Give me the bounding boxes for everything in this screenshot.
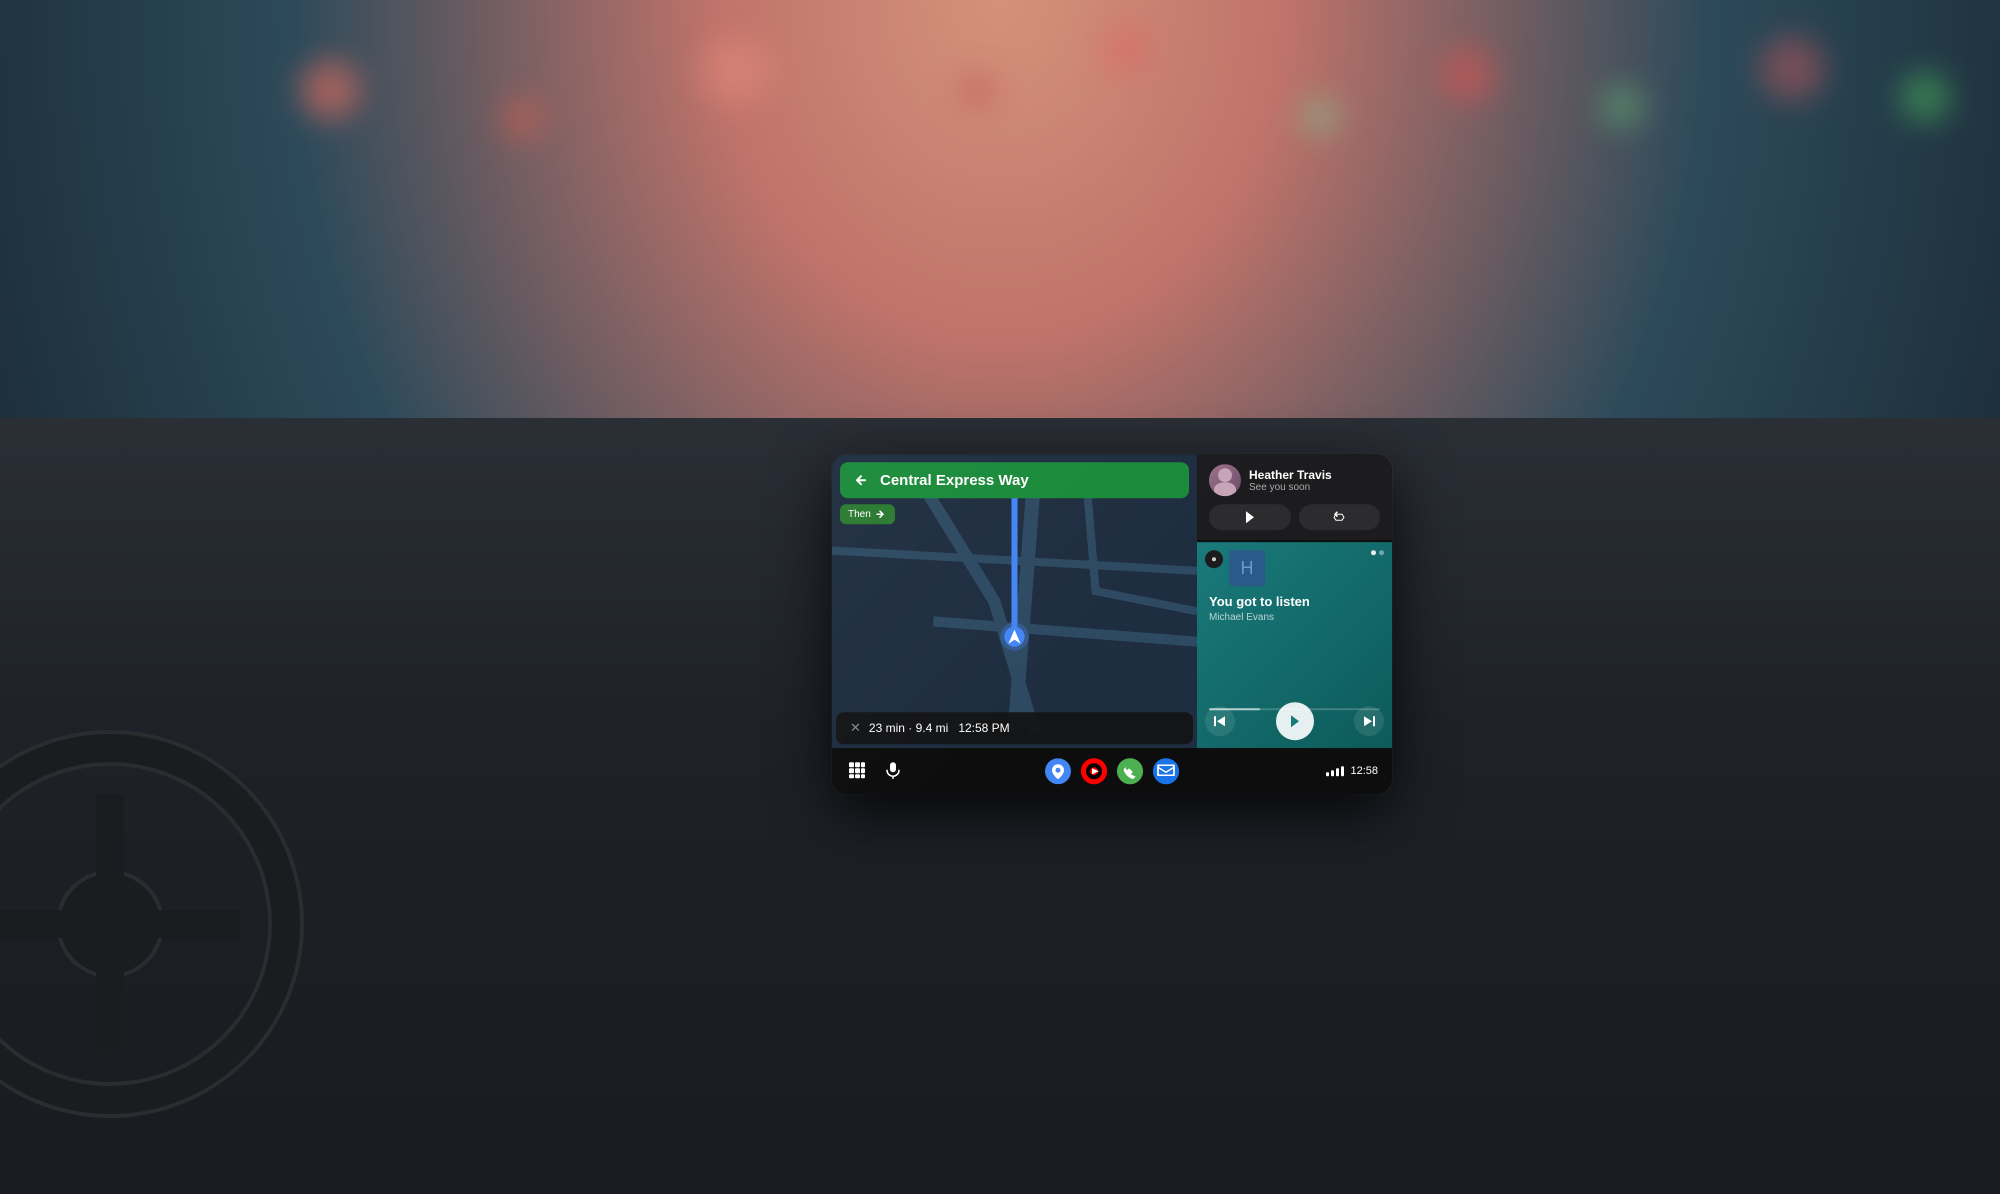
apps-grid-button[interactable] [846,759,868,784]
play-pause-button[interactable] [1276,702,1314,740]
steering-wheel [0,734,300,1114]
then-label: Then [848,509,871,520]
steering-wheel-area [0,0,400,1194]
contact-avatar [1209,464,1241,496]
bokeh-light [500,96,545,141]
dot-2 [1379,550,1384,555]
bottom-right-status: 12:58 [1326,765,1378,777]
pagination-dots [1371,550,1384,555]
clock-display: 12:58 [1350,765,1378,777]
music-title-area: You got to listen Michael Evans [1209,594,1380,623]
album-art: H [1229,550,1265,586]
bottom-app-icons [1045,758,1179,784]
youtube-music-app-icon[interactable] [1081,758,1107,784]
bokeh-light [1100,24,1150,74]
android-auto-screen: Central Express Way Then ✕ 23 min · 9.4 [832,454,1392,794]
contact-name: Heather Travis [1249,468,1380,482]
trip-details: 23 min · 9.4 mi 12:58 PM [869,721,1010,735]
music-controls [1205,702,1384,740]
svg-text:H: H [1241,558,1254,578]
next-track-button[interactable] [1354,706,1384,736]
artist-name: Michael Evans [1209,612,1380,623]
messages-app-icon[interactable] [1153,758,1179,784]
previous-track-button[interactable] [1205,706,1235,736]
song-title: You got to listen [1209,594,1380,610]
play-message-button[interactable] [1209,504,1291,530]
music-card: H You got to listen Michael Evans [1197,542,1392,748]
bokeh-light [1760,36,1825,101]
notification-card: Heather Travis See you soon [1197,454,1392,540]
nav-street-name: Central Express Way [880,472,1177,489]
nav-turn-arrow-icon [852,470,872,490]
map-section[interactable]: Central Express Way Then ✕ 23 min · 9.4 [832,454,1197,748]
bokeh-light [1300,96,1340,136]
bokeh-light [700,36,770,106]
bokeh-light [1440,48,1495,103]
background-scene: Central Express Way Then ✕ 23 min · 9.4 [0,0,2000,1194]
trip-close-icon[interactable]: ✕ [850,720,861,736]
bokeh-light [1900,72,1950,122]
bokeh-light [1600,84,1645,129]
dot-1 [1371,550,1376,555]
music-service-icon [1205,550,1223,568]
microphone-button[interactable] [882,759,904,784]
notification-message: See you soon [1249,482,1380,493]
bottom-bar: 12:58 [832,748,1392,794]
trip-info-bar: ✕ 23 min · 9.4 mi 12:58 PM [836,712,1193,744]
reply-button[interactable] [1299,504,1381,530]
phone-app-icon[interactable] [1117,758,1143,784]
right-panel: Heather Travis See you soon [1197,454,1392,748]
maps-app-icon[interactable] [1045,758,1071,784]
signal-icon [1326,766,1344,776]
nav-header: Central Express Way [840,462,1189,498]
then-indicator: Then [840,504,895,524]
bokeh-light [960,72,995,107]
